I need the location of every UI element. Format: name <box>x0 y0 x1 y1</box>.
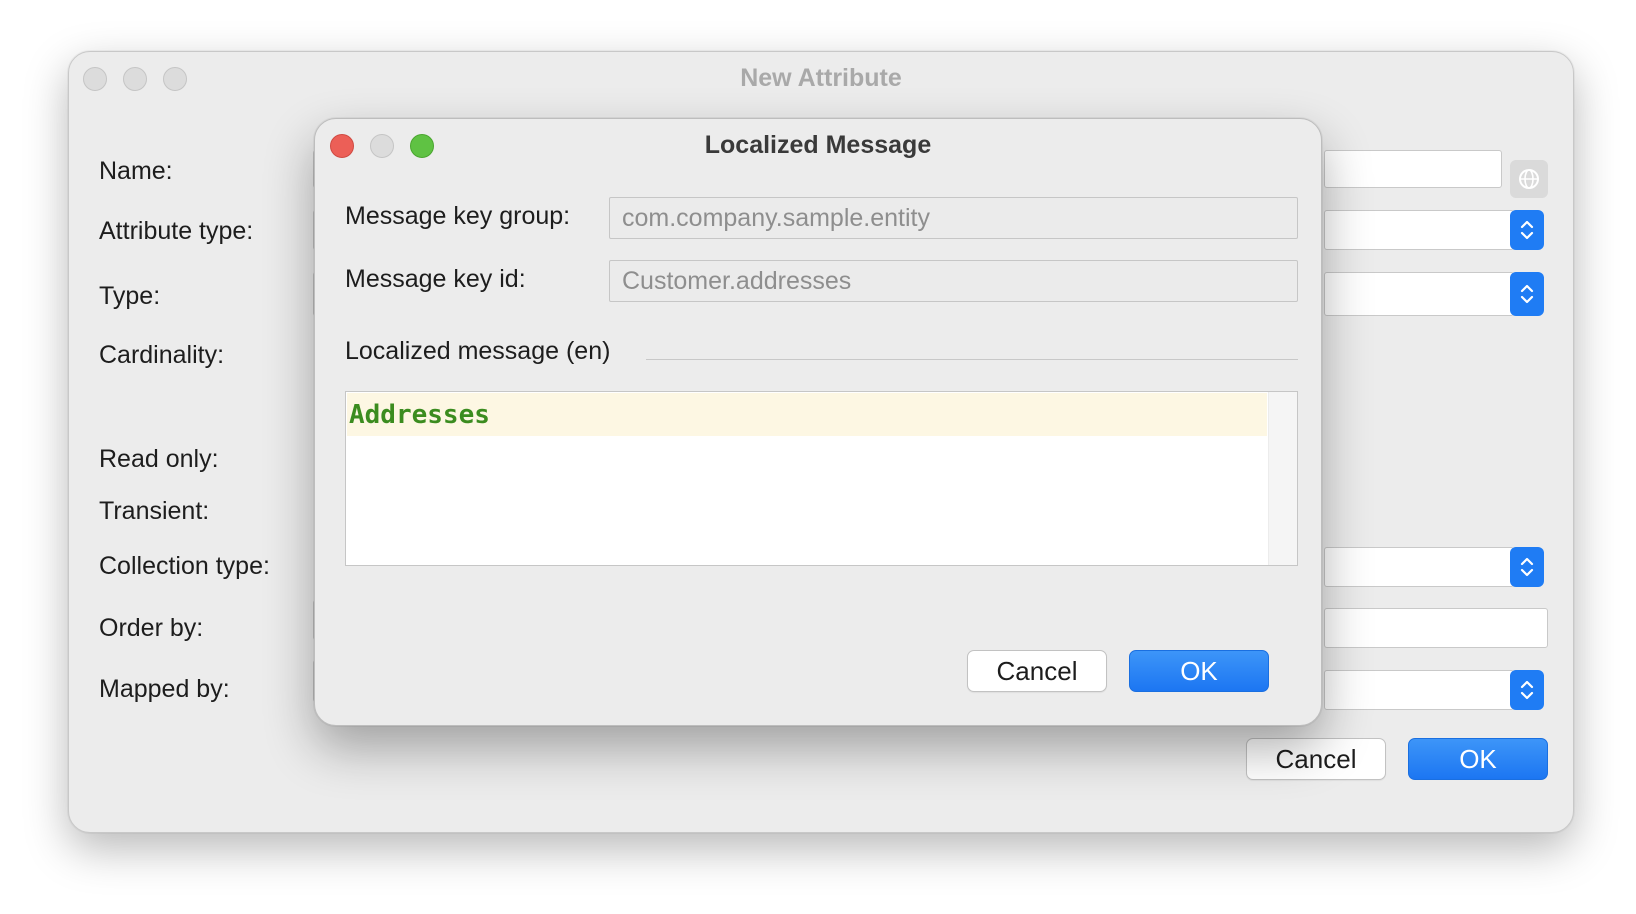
localize-button[interactable] <box>1510 160 1548 198</box>
message-text-line: Addresses <box>347 393 1267 436</box>
cardinality-label: Cardinality: <box>99 341 225 369</box>
mapped-by-label: Mapped by: <box>99 675 230 703</box>
attribute-type-label: Attribute type: <box>99 217 254 245</box>
name-label: Name: <box>99 157 173 185</box>
stepper-icon <box>1520 680 1534 700</box>
dialog-ok-button[interactable]: OK <box>1129 650 1269 692</box>
globe-icon <box>1519 169 1539 189</box>
collection-type-stepper[interactable] <box>1510 547 1544 587</box>
window-title: New Attribute <box>740 64 902 92</box>
transient-label: Transient: <box>99 497 210 525</box>
name-field[interactable] <box>1324 150 1502 188</box>
message-key-id-label: Message key id: <box>345 265 526 293</box>
type-select[interactable] <box>1324 272 1514 316</box>
mapped-by-stepper[interactable] <box>1510 670 1544 710</box>
message-key-group-field[interactable]: com.company.sample.entity <box>609 197 1298 239</box>
localized-message-dialog: Localized Message Message key group: com… <box>314 118 1322 726</box>
attribute-type-stepper[interactable] <box>1510 210 1544 250</box>
order-by-field[interactable] <box>1324 608 1548 648</box>
collection-type-label: Collection type: <box>99 552 270 580</box>
localized-message-editor[interactable]: Addresses <box>345 391 1298 566</box>
dialog-title: Localized Message <box>704 131 932 159</box>
mapped-by-select[interactable] <box>1324 670 1514 710</box>
parent-cancel-button[interactable]: Cancel <box>1246 738 1386 780</box>
parent-ok-button[interactable]: OK <box>1408 738 1548 780</box>
type-label: Type: <box>99 282 161 310</box>
dialog-cancel-button[interactable]: Cancel <box>967 650 1107 692</box>
type-stepper[interactable] <box>1510 272 1544 316</box>
order-by-label: Order by: <box>99 614 204 642</box>
stepper-icon <box>1520 284 1534 304</box>
read-only-label: Read only: <box>99 445 219 473</box>
collection-type-select[interactable] <box>1324 547 1514 587</box>
localized-message-section-label: Localized message (en) <box>345 337 611 365</box>
attribute-type-select[interactable] <box>1324 210 1514 250</box>
stepper-icon <box>1520 557 1534 577</box>
section-divider <box>646 359 1298 360</box>
editor-scrollbar[interactable] <box>1268 392 1297 565</box>
stepper-icon <box>1520 220 1534 240</box>
message-key-group-label: Message key group: <box>345 202 571 230</box>
message-key-id-field[interactable]: Customer.addresses <box>609 260 1298 302</box>
